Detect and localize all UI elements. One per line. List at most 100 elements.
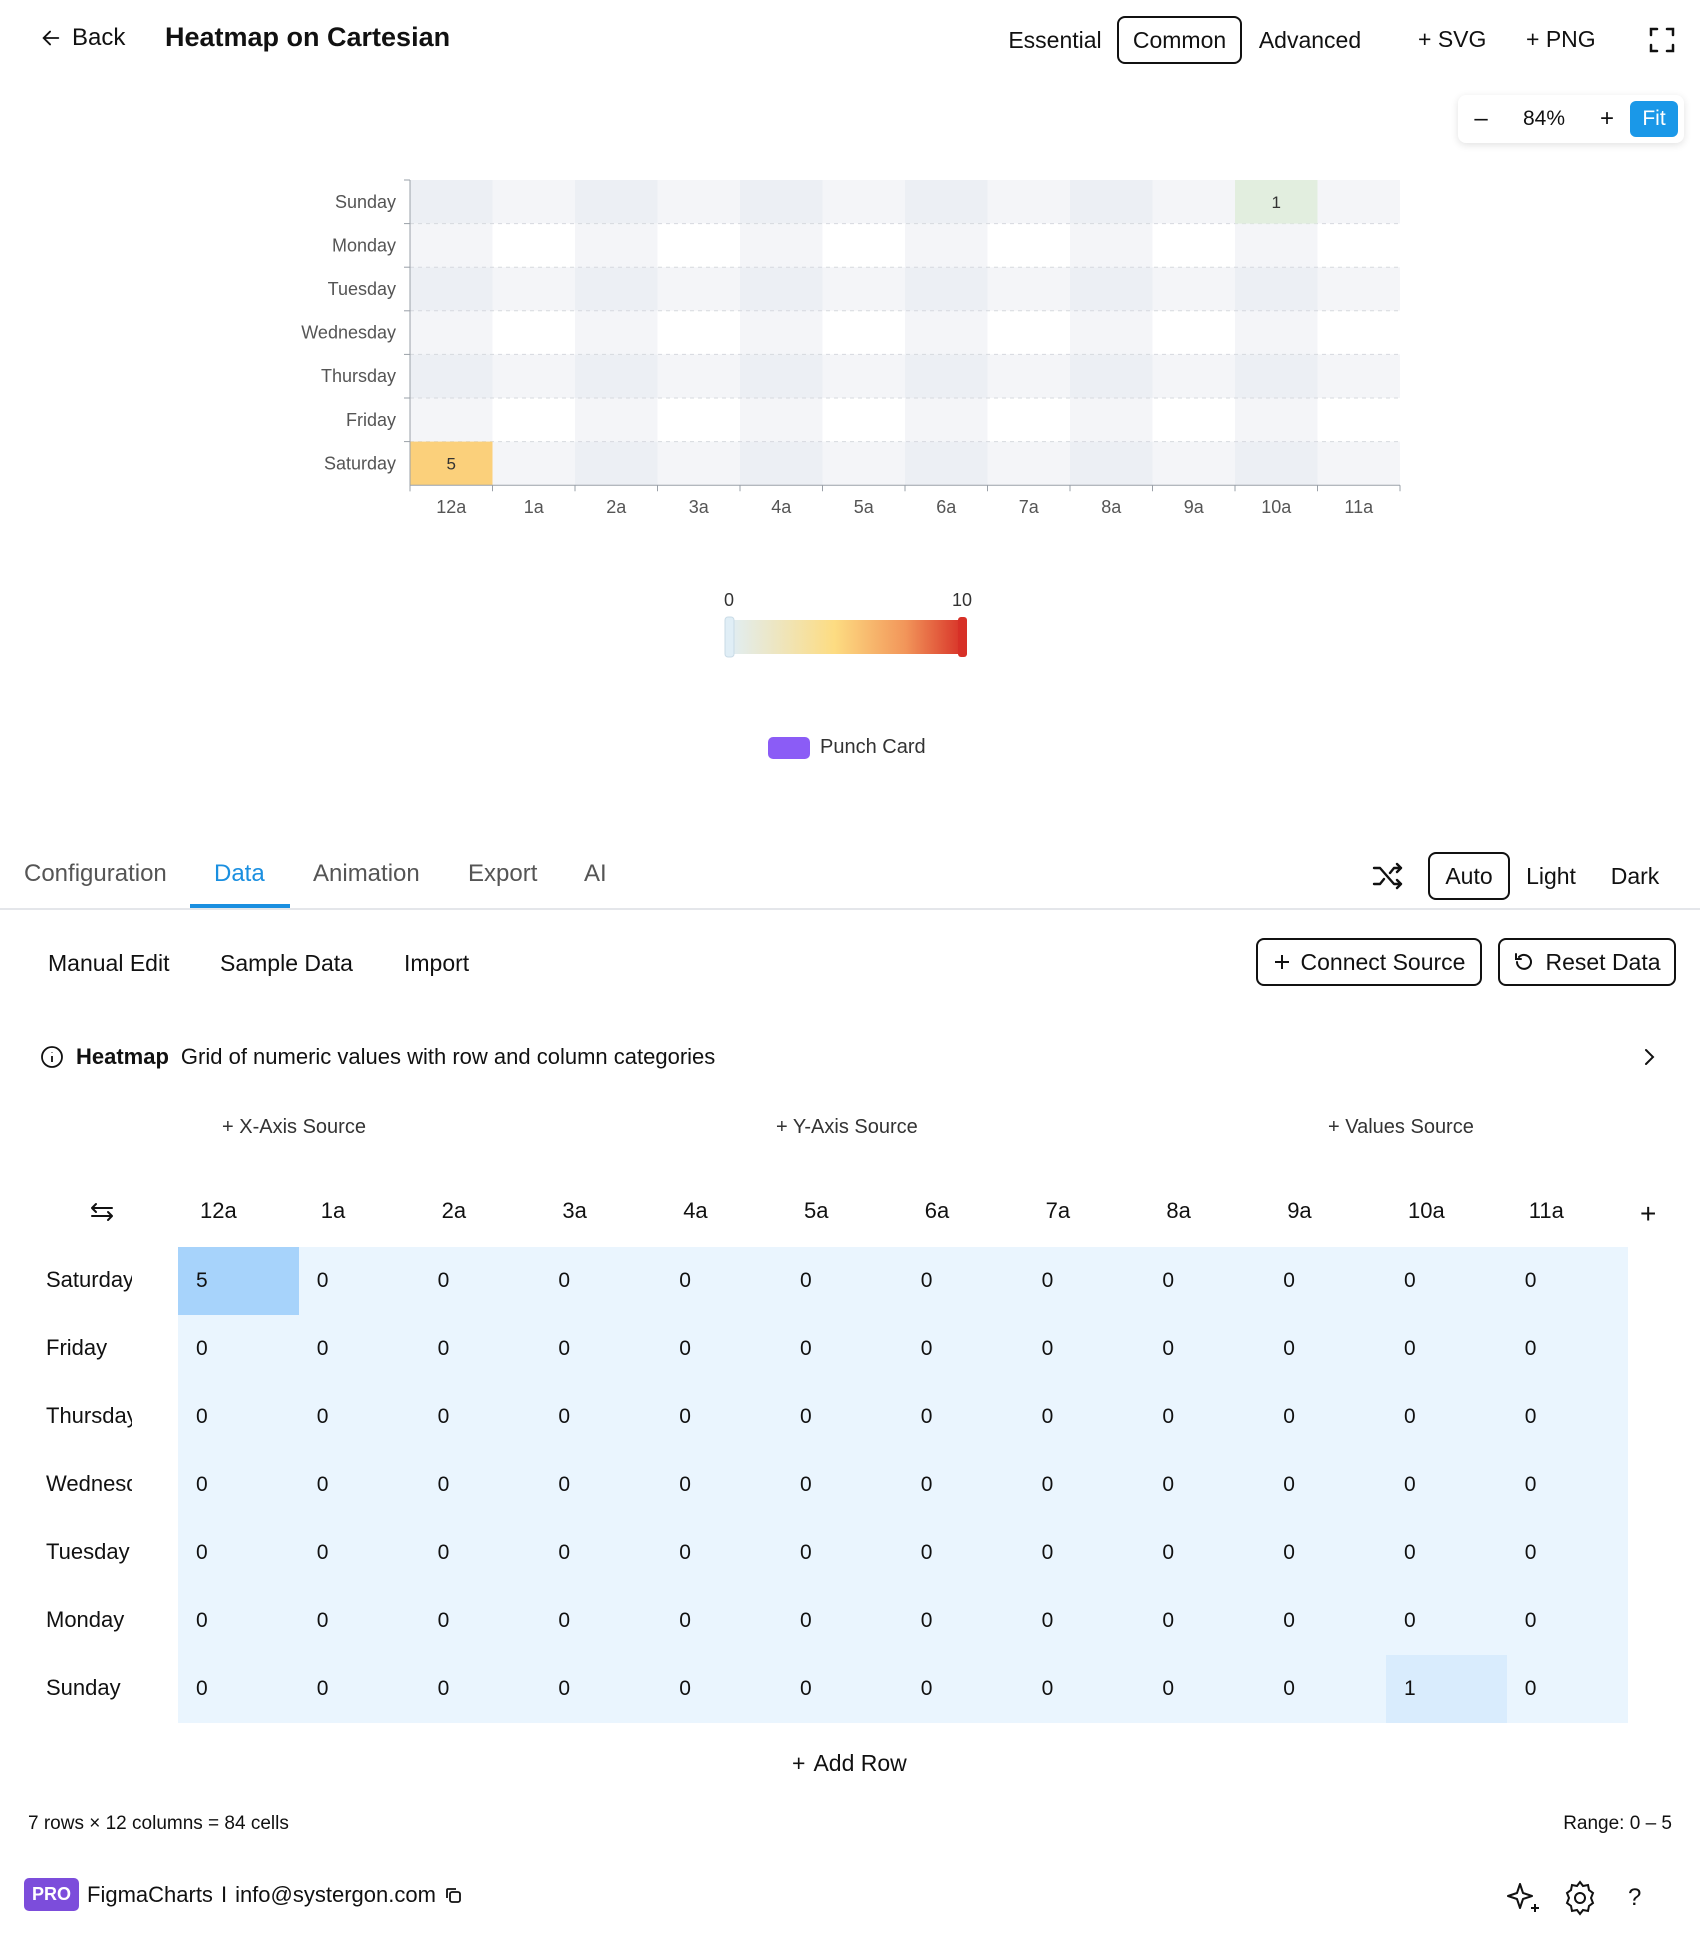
table-cell[interactable]: 0 — [902, 1247, 1024, 1315]
table-cell[interactable]: 0 — [902, 1383, 1024, 1451]
table-cell[interactable]: 0 — [661, 1247, 783, 1315]
subtab-sample-data[interactable]: Sample Data — [220, 950, 353, 977]
table-cell[interactable]: 0 — [178, 1315, 299, 1383]
table-cell[interactable]: 0 — [661, 1315, 783, 1383]
row-header[interactable]: Wednesday — [46, 1471, 132, 1497]
table-cell[interactable]: 0 — [298, 1247, 420, 1315]
table-cell[interactable]: 0 — [540, 1587, 662, 1655]
zoom-out-button[interactable]: – — [1458, 105, 1504, 133]
table-cell[interactable]: 0 — [661, 1451, 783, 1519]
chevron-right-icon[interactable] — [1638, 1046, 1660, 1068]
table-cell[interactable]: 0 — [902, 1451, 1024, 1519]
column-header[interactable]: 3a — [562, 1198, 682, 1224]
table-cell[interactable]: 0 — [1144, 1519, 1266, 1587]
table-cell[interactable]: 0 — [419, 1383, 541, 1451]
column-header[interactable]: 9a — [1287, 1198, 1407, 1224]
legend-item-series[interactable]: Punch Card — [768, 736, 926, 759]
column-header[interactable]: 1a — [321, 1198, 441, 1224]
table-cell[interactable]: 0 — [540, 1383, 662, 1451]
add-column-button[interactable]: + — [1640, 1198, 1656, 1230]
export-svg-button[interactable]: + SVG — [1418, 26, 1486, 53]
subtab-import[interactable]: Import — [404, 950, 469, 977]
table-cell[interactable]: 0 — [298, 1451, 420, 1519]
table-cell[interactable]: 0 — [1023, 1247, 1145, 1315]
table-cell[interactable]: 0 — [1506, 1519, 1628, 1587]
table-cell[interactable]: 0 — [782, 1519, 903, 1587]
table-cell[interactable]: 0 — [298, 1383, 420, 1451]
table-cell[interactable]: 0 — [540, 1315, 662, 1383]
table-cell[interactable]: 0 — [298, 1655, 420, 1723]
pro-badge[interactable]: PRO — [24, 1878, 80, 1911]
table-cell[interactable]: 0 — [298, 1519, 420, 1587]
table-cell[interactable]: 0 — [1144, 1247, 1266, 1315]
table-cell[interactable]: 0 — [902, 1519, 1024, 1587]
tab-data[interactable]: Data — [214, 860, 265, 888]
reset-data-button[interactable]: Reset Data — [1498, 938, 1676, 986]
table-cell[interactable]: 0 — [178, 1451, 299, 1519]
table-cell[interactable]: 0 — [1144, 1383, 1266, 1451]
table-cell[interactable]: 0 — [540, 1247, 662, 1315]
table-cell[interactable]: 0 — [1386, 1587, 1507, 1655]
table-cell[interactable]: 0 — [1023, 1383, 1145, 1451]
table-cell[interactable]: 0 — [661, 1587, 783, 1655]
table-cell[interactable]: 0 — [902, 1587, 1024, 1655]
table-cell[interactable]: 0 — [1506, 1655, 1628, 1723]
column-header[interactable]: 6a — [925, 1198, 1045, 1224]
table-cell[interactable]: 0 — [1265, 1383, 1387, 1451]
table-cell[interactable]: 0 — [1386, 1247, 1507, 1315]
values-source-button[interactable]: + Values Source — [1328, 1116, 1474, 1139]
table-cell[interactable]: 0 — [1144, 1451, 1266, 1519]
table-cell[interactable]: 0 — [1265, 1247, 1387, 1315]
row-header[interactable]: Monday — [46, 1607, 132, 1633]
table-cell[interactable]: 0 — [1023, 1315, 1145, 1383]
table-cell[interactable]: 0 — [782, 1247, 903, 1315]
table-cell[interactable]: 0 — [419, 1247, 541, 1315]
table-cell[interactable]: 0 — [1023, 1519, 1145, 1587]
help-icon[interactable]: ? — [1628, 1884, 1641, 1912]
table-cell[interactable]: 0 — [902, 1315, 1024, 1383]
table-cell[interactable]: 0 — [1506, 1587, 1628, 1655]
table-cell[interactable]: 0 — [1506, 1451, 1628, 1519]
column-header[interactable]: 5a — [804, 1198, 924, 1224]
tab-configuration[interactable]: Configuration — [24, 860, 167, 888]
table-cell[interactable]: 0 — [178, 1655, 299, 1723]
table-cell[interactable]: 0 — [661, 1655, 783, 1723]
swap-axes-icon[interactable] — [88, 1200, 116, 1224]
column-header[interactable]: 10a — [1408, 1198, 1528, 1224]
table-cell[interactable]: 0 — [540, 1451, 662, 1519]
table-cell[interactable]: 0 — [1265, 1587, 1387, 1655]
table-cell[interactable]: 0 — [419, 1587, 541, 1655]
row-header[interactable]: Thursday — [46, 1403, 132, 1429]
table-cell[interactable]: 0 — [661, 1383, 783, 1451]
table-cell[interactable]: 0 — [298, 1315, 420, 1383]
table-cell[interactable]: 0 — [178, 1587, 299, 1655]
table-cell[interactable]: 0 — [178, 1519, 299, 1587]
row-header[interactable]: Tuesday — [46, 1539, 132, 1565]
row-header[interactable]: Saturday — [46, 1267, 132, 1293]
theme-light[interactable]: Light — [1518, 852, 1584, 900]
table-cell[interactable]: 0 — [419, 1451, 541, 1519]
level-essential[interactable]: Essential — [1000, 16, 1110, 64]
contact-email[interactable]: info@systergon.com — [235, 1882, 436, 1908]
table-cell[interactable]: 0 — [1144, 1315, 1266, 1383]
table-cell[interactable]: 0 — [1265, 1655, 1387, 1723]
table-cell[interactable]: 0 — [540, 1655, 662, 1723]
table-cell[interactable]: 0 — [1144, 1655, 1266, 1723]
table-cell[interactable]: 0 — [782, 1655, 903, 1723]
tab-export[interactable]: Export — [468, 860, 537, 888]
table-cell[interactable]: 5 — [178, 1247, 299, 1315]
table-cell[interactable]: 0 — [782, 1315, 903, 1383]
table-cell[interactable]: 1 — [1386, 1655, 1507, 1723]
row-header[interactable]: Friday — [46, 1335, 132, 1361]
y-axis-source-button[interactable]: + Y-Axis Source — [776, 1116, 918, 1139]
table-cell[interactable]: 0 — [419, 1655, 541, 1723]
column-header[interactable]: 8a — [1166, 1198, 1286, 1224]
x-axis-source-button[interactable]: + X-Axis Source — [222, 1116, 366, 1139]
gear-icon[interactable] — [1560, 1878, 1600, 1918]
table-cell[interactable]: 0 — [540, 1519, 662, 1587]
theme-dark[interactable]: Dark — [1602, 852, 1668, 900]
column-header[interactable]: 4a — [683, 1198, 803, 1224]
table-cell[interactable]: 0 — [1386, 1383, 1507, 1451]
table-cell[interactable]: 0 — [1265, 1315, 1387, 1383]
table-cell[interactable]: 0 — [902, 1655, 1024, 1723]
